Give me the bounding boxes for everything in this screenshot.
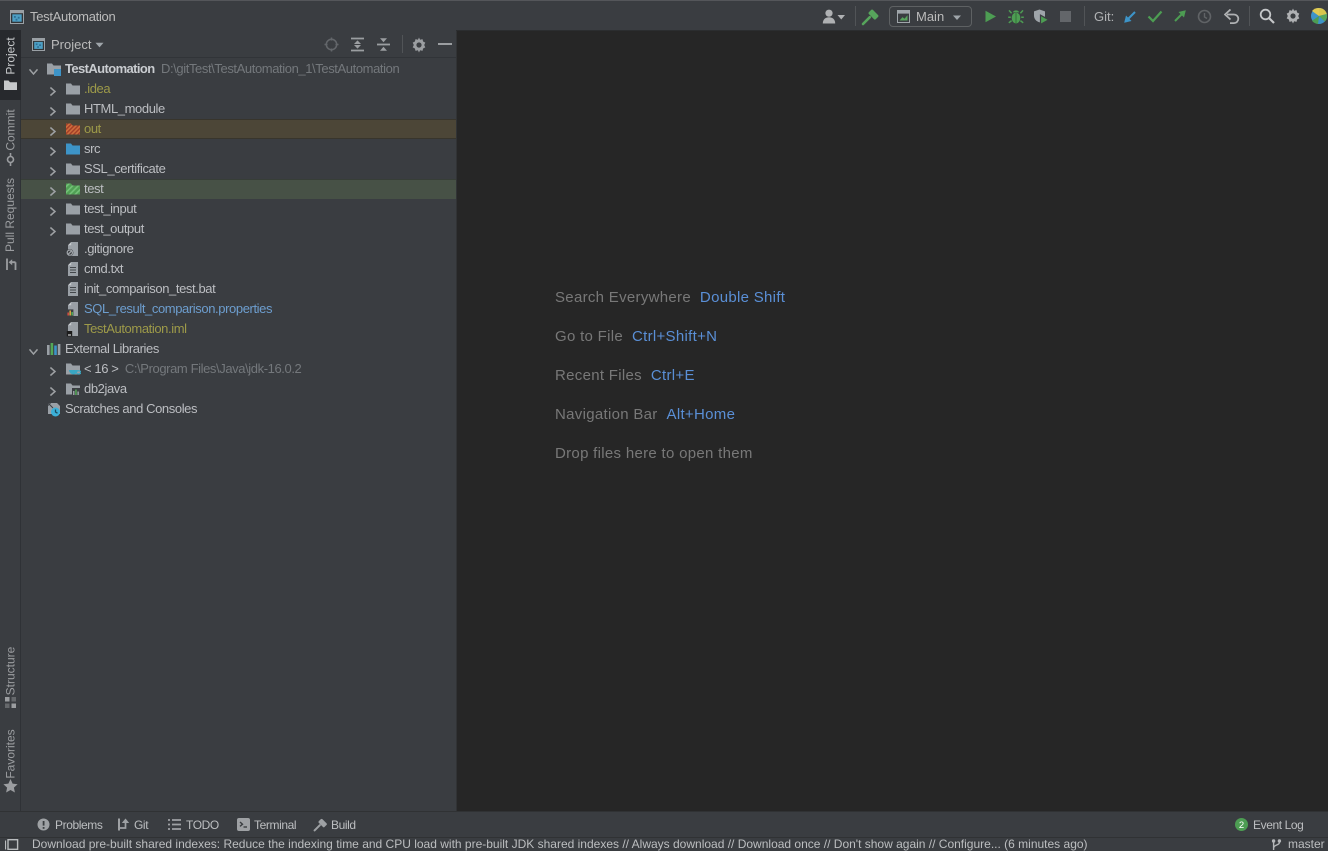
svg-text:2: 2 [1239, 820, 1244, 831]
